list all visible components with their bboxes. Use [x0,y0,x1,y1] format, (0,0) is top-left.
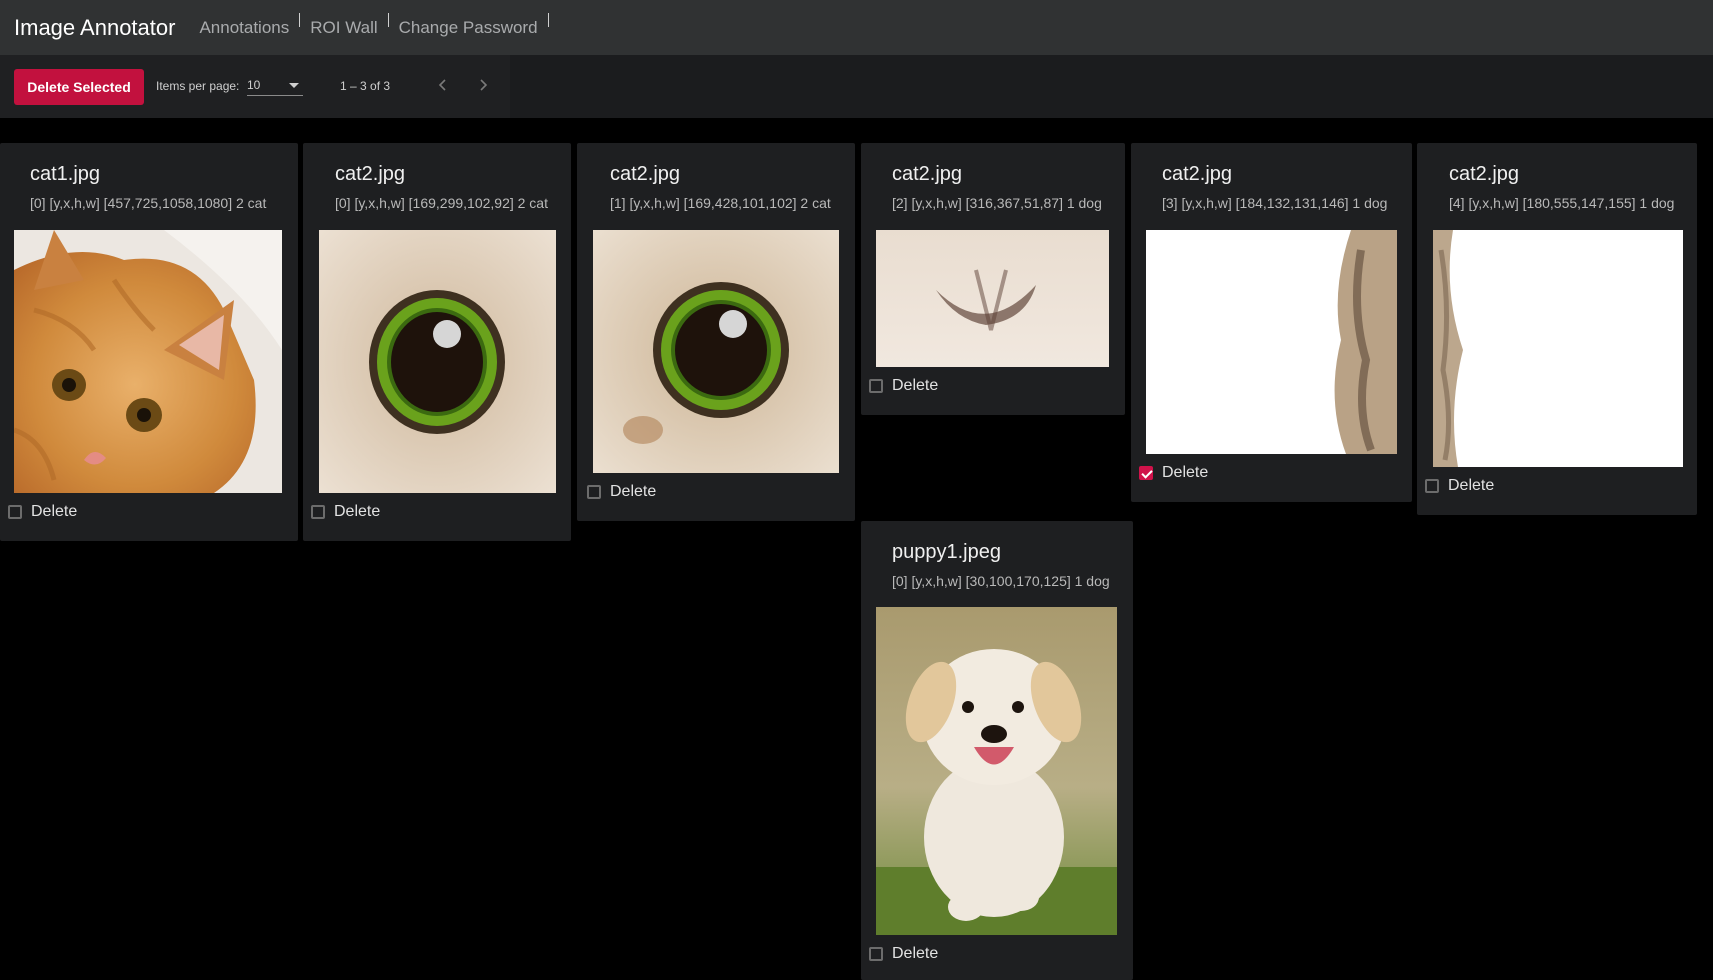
delete-checkbox-row[interactable]: Delete [869,377,938,395]
chevron-right-icon [480,79,488,91]
cat-eye-image [593,230,839,473]
cat-face-image [14,230,282,493]
card-filename: cat2.jpg [1449,163,1520,185]
card-filename: cat2.jpg [892,163,963,185]
card-filename: puppy1.jpeg [892,541,1001,563]
delete-checkbox[interactable] [587,485,601,499]
previous-page-button[interactable] [430,72,456,98]
nav-divider [547,12,549,27]
cat-eye-image [319,230,556,493]
delete-checkbox-row[interactable]: Delete [1425,477,1494,495]
card-annotation-info: [2] [y,x,h,w] [316,367,51,87] 1 dog [892,195,1102,211]
delete-checkbox-row[interactable]: Delete [311,503,380,521]
card-filename: cat2.jpg [610,163,681,185]
delete-label: Delete [892,377,939,394]
card-annotation-info: [0] [y,x,h,w] [457,725,1058,1080] 2 cat [30,195,267,211]
delete-checkbox-row[interactable]: Delete [869,945,938,963]
card-annotation-info: [3] [y,x,h,w] [184,132,131,146] 1 dog [1162,195,1388,211]
puppy-image [876,607,1117,935]
annotation-card: cat1.jpg [0] [y,x,h,w] [457,725,1058,108… [0,143,298,541]
nav-link-annotations[interactable]: Annotations [199,18,289,38]
card-filename: cat2.jpg [335,163,406,185]
delete-checkbox[interactable] [869,379,883,393]
annotation-card: cat2.jpg [0] [y,x,h,w] [169,299,102,92] … [303,143,571,541]
annotation-card: puppy1.jpeg [0] [y,x,h,w] [30,100,170,12… [861,521,1133,980]
delete-label: Delete [1162,464,1209,481]
delete-checkbox[interactable] [869,947,883,961]
delete-label: Delete [1448,477,1495,494]
paginator-panel: Delete Selected Items per page: 10 1 – 3… [0,55,510,118]
delete-label: Delete [610,483,657,500]
top-app-bar: Image Annotator Annotations ROI Wall Cha… [0,0,1713,55]
nav-link-change-password[interactable]: Change Password [399,18,538,38]
delete-checkbox-row[interactable]: Delete [8,503,77,521]
items-per-page-label: Items per page: [156,79,240,93]
items-per-page-value: 10 [247,78,261,92]
next-page-button[interactable] [470,72,496,98]
delete-label: Delete [31,503,78,520]
items-per-page-select[interactable]: 10 [247,75,303,96]
delete-checkbox-row[interactable]: Delete [1139,464,1208,482]
toolbar: Delete Selected Items per page: 10 1 – 3… [0,55,1713,118]
fur-edge-image [1433,230,1683,467]
nav-divider [299,12,301,27]
delete-checkbox[interactable] [8,505,22,519]
nav-link-roi-wall[interactable]: ROI Wall [310,18,377,38]
card-filename: cat2.jpg [1162,163,1233,185]
fur-crop-image [876,230,1109,367]
annotation-card: cat2.jpg [3] [y,x,h,w] [184,132,131,146]… [1131,143,1412,502]
dropdown-caret-icon [289,83,299,88]
delete-checkbox[interactable] [1139,466,1153,480]
card-annotation-info: [0] [y,x,h,w] [169,299,102,92] 2 cat [335,195,548,211]
delete-label: Delete [892,945,939,962]
fur-edge-image [1146,230,1397,454]
card-annotation-info: [4] [y,x,h,w] [180,555,147,155] 1 dog [1449,195,1675,211]
card-filename: cat1.jpg [30,163,101,185]
page-range-label: 1 – 3 of 3 [340,79,391,93]
annotation-card: cat2.jpg [4] [y,x,h,w] [180,555,147,155]… [1417,143,1697,515]
annotation-card: cat2.jpg [2] [y,x,h,w] [316,367,51,87] 1… [861,143,1125,415]
delete-checkbox[interactable] [1425,479,1439,493]
card-annotation-info: [1] [y,x,h,w] [169,428,101,102] 2 cat [610,195,831,211]
delete-checkbox[interactable] [311,505,325,519]
card-annotation-info: [0] [y,x,h,w] [30,100,170,125] 1 dog [892,573,1110,589]
annotation-card: cat2.jpg [1] [y,x,h,w] [169,428,101,102]… [577,143,855,521]
chevron-left-icon [438,79,446,91]
delete-checkbox-row[interactable]: Delete [587,483,656,501]
nav-divider [387,12,389,27]
delete-selected-button[interactable]: Delete Selected [14,69,144,105]
delete-label: Delete [334,503,381,520]
app-title: Image Annotator [14,14,176,40]
nav-links: Annotations ROI Wall Change Password [199,12,558,38]
